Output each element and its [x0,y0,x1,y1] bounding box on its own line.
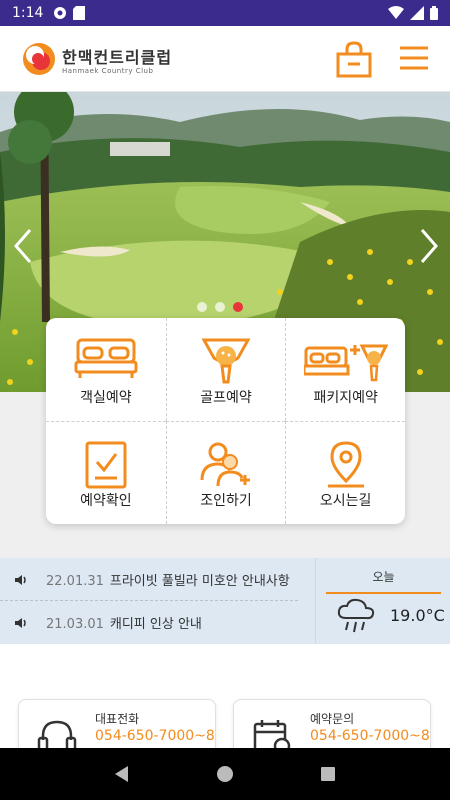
menu-label: 조인하기 [200,493,252,509]
menu-label: 오시는길 [319,493,372,509]
menu-button[interactable] [396,40,436,80]
recents-square-icon [321,767,336,781]
location-pin-icon [327,441,364,488]
menu-join[interactable]: 조인하기 [165,421,286,524]
menu-directions[interactable]: 오시는길 [285,421,405,524]
logo-subtitle: Hanmaek Country Club [62,66,154,75]
chevron-right-icon [420,229,438,263]
contact-label: 대표전화 [95,712,140,726]
menu-golf-reservation[interactable]: 골프예약 [165,318,286,421]
menu-label: 패키지예약 [313,390,378,406]
back-triangle-icon [114,766,128,782]
notice-item[interactable]: 21.03.01 캐디피 인상 안내 [0,601,315,644]
notice-date: 22.01.31 [46,574,104,589]
next-slide-button[interactable] [414,226,444,266]
reservation-bag-button[interactable] [334,40,374,80]
status-time: 1:14 [12,5,44,21]
logo-title: 한맥컨트리클럽 [62,47,173,67]
notice-list: 22.01.31 프라이빗 풀빌라 미호안 안내사항 21.03.01 캐디피 인상… [0,558,315,644]
menu-label: 예약확인 [80,493,132,509]
battery-icon [430,6,438,20]
slide-dot[interactable] [215,302,225,312]
menu-label: 객실예약 [80,390,132,406]
sd-card-icon [73,6,86,20]
notice-item[interactable]: 22.01.31 프라이빗 풀빌라 미호안 안내사항 [0,558,315,601]
logo-mark-icon [23,43,55,75]
contact-number[interactable]: 054-650-7000~8 [95,728,215,744]
recents-button[interactable] [316,762,340,786]
golf-ball-tee-icon [201,338,251,384]
weather-divider [326,592,441,594]
notice-date: 21.03.01 [46,617,104,632]
menu-reservation-check[interactable]: 예약확인 [46,421,166,524]
logo[interactable]: 한맥컨트리클럽 Hanmaek Country Club [22,42,172,76]
slide-dot[interactable] [197,302,207,312]
speaker-icon [15,617,26,628]
wifi-icon [388,6,404,19]
chevron-left-icon [14,229,32,263]
notice-title: 프라이빗 풀빌라 미호안 안내사항 [109,574,290,589]
menu-package-reservation[interactable]: 패키지예약 [285,318,405,421]
app-header: 한맥컨트리클럽 Hanmaek Country Club [0,26,450,92]
home-button[interactable] [213,762,237,786]
weather-label: 오늘 [372,570,395,584]
slide-indicator [197,302,243,312]
menu-room-reservation[interactable]: 객실예약 [46,318,166,421]
system-nav-bar [0,748,450,800]
notification-icon [54,7,67,19]
prev-slide-button[interactable] [8,226,38,266]
contact-label: 예약문의 [310,712,355,726]
speaker-icon [15,574,26,585]
bed-icon [74,338,138,378]
weather-widget[interactable]: 오늘 19.0°C [315,558,450,644]
signal-icon [410,6,424,20]
shopping-bag-icon [336,41,372,78]
menu-label: 골프예약 [200,390,252,406]
package-bed-golf-icon [303,344,388,382]
weather-temperature: 19.0°C [390,606,445,625]
notice-title: 캐디피 인상 안내 [109,617,202,632]
join-people-icon [200,442,250,487]
slide-dot-active[interactable] [233,302,243,312]
reservation-check-icon [85,441,127,489]
hamburger-icon [400,46,428,70]
status-bar: 1:14 [0,0,450,26]
quick-menu: 객실예약 골프예약 패키지예약 예약확인 조인하기 오시는길 [46,318,405,524]
home-circle-icon [216,766,233,782]
contact-number[interactable]: 054-650-7000~8 [310,728,430,744]
cloud-rain-icon [337,598,375,633]
back-button[interactable] [110,762,134,786]
